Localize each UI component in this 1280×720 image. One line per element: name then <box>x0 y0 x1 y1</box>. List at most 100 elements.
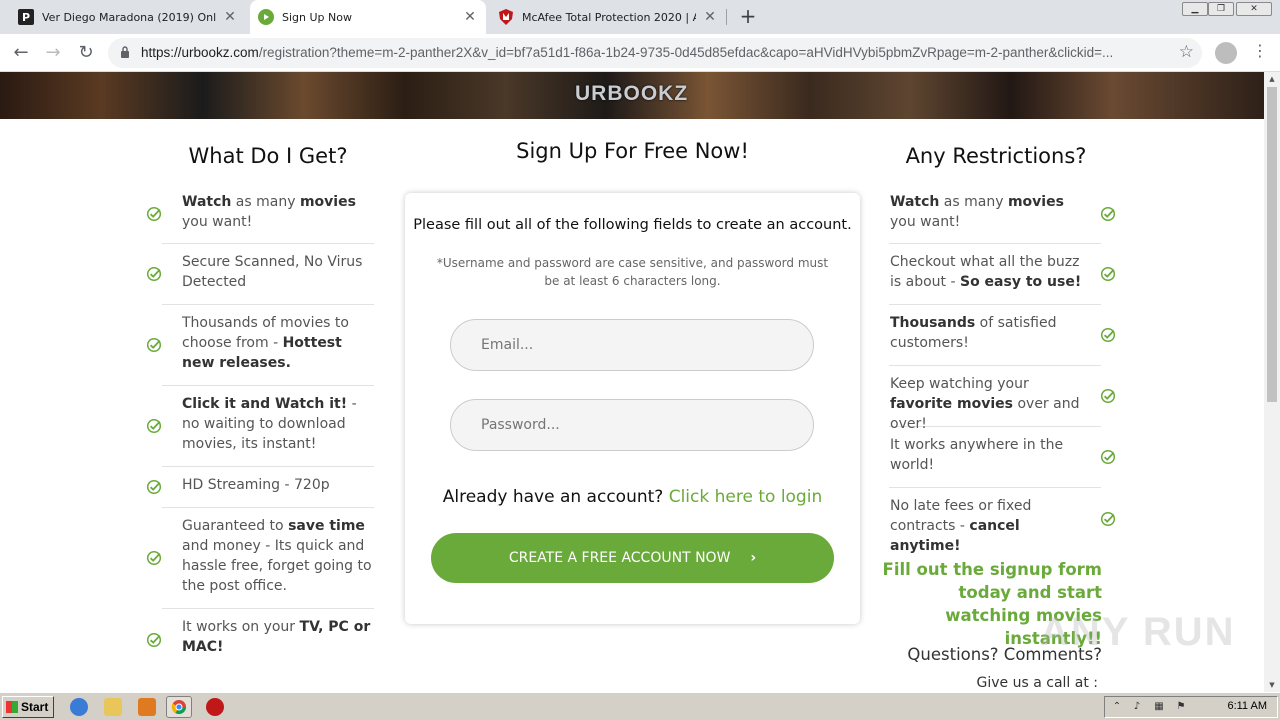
feature-text: It works anywhere in the world! <box>890 437 1064 473</box>
tab-favicon-p: P <box>18 9 34 25</box>
right-column-title: Any Restrictions? <box>905 144 1087 168</box>
tray-expand-icon[interactable]: ⌃ <box>1111 701 1123 713</box>
tab-close-icon[interactable]: ✕ <box>702 9 718 25</box>
url-text[interactable]: https://urbookz.com/registration?theme=m… <box>141 45 1161 60</box>
reload-icon[interactable]: ↻ <box>73 40 99 66</box>
center-title: Sign Up For Free Now! <box>516 139 749 163</box>
feature-text: HD Streaming - 720p <box>182 477 330 493</box>
create-account-button[interactable]: CREATE A FREE ACCOUNT NOW › <box>431 533 834 583</box>
browser-toolbar: ← → ↻ https://urbookz.com/registration?t… <box>0 34 1280 72</box>
feature-text: and money - Its quick and hassle free, f… <box>182 538 372 594</box>
scroll-up-icon[interactable]: ▲ <box>1264 72 1280 86</box>
feature-item: Secure Scanned, No Virus Detected <box>146 244 374 305</box>
feature-item: Guaranteed to save time and money - Its … <box>146 508 374 609</box>
feature-text: favorite movies <box>890 396 1014 412</box>
page-scrollbar[interactable]: ▲ ▼ <box>1264 72 1280 692</box>
close-window-button[interactable]: ✕ <box>1236 2 1272 16</box>
tab-title: Ver Diego Maradona (2019) Online Latino <box>42 10 216 24</box>
restore-button[interactable]: ❐ <box>1208 2 1234 16</box>
feature-text: movies <box>1007 194 1064 210</box>
feature-item: Thousands of movies to choose from - Hot… <box>146 305 374 386</box>
tab-strip: P Ver Diego Maradona (2019) Online Latin… <box>0 0 1280 34</box>
profile-avatar-icon[interactable] <box>1215 42 1237 64</box>
feature-text: save time <box>288 518 365 534</box>
chrome-taskbar-button[interactable] <box>166 696 192 718</box>
start-button[interactable]: Start <box>2 696 54 718</box>
bookmark-star-icon[interactable]: ☆ <box>1179 42 1194 62</box>
form-lead-text: Please fill out all of the following fie… <box>413 217 852 233</box>
media-player-icon[interactable] <box>138 698 156 716</box>
feature-text: Watch <box>182 194 232 210</box>
menu-dots-icon[interactable]: ⋮ <box>1252 41 1268 60</box>
address-bar[interactable]: https://urbookz.com/registration?theme=m… <box>108 38 1202 68</box>
ie-icon[interactable] <box>70 698 88 716</box>
folder-icon[interactable] <box>104 698 122 716</box>
check-circle-icon <box>1100 266 1116 282</box>
left-column-title: What Do I Get? <box>188 144 348 168</box>
network-icon[interactable]: ▦ <box>1153 701 1165 713</box>
play-icon <box>258 9 274 25</box>
create-account-label: CREATE A FREE ACCOUNT NOW <box>508 550 731 566</box>
tab-close-icon[interactable]: ✕ <box>462 9 478 25</box>
check-circle-icon <box>146 337 162 353</box>
mcafee-shield-icon <box>498 9 514 25</box>
mcafee-taskbar-icon[interactable] <box>206 698 224 716</box>
feature-text: So easy to use! <box>959 274 1082 290</box>
check-circle-icon <box>1100 327 1116 343</box>
check-circle-icon <box>146 550 162 566</box>
site-logo[interactable]: URBOOKZ <box>575 82 688 106</box>
email-field[interactable] <box>450 319 814 371</box>
feature-text: you want! <box>890 214 961 230</box>
feature-item: It works on your TV, PC or MAC! <box>146 609 374 670</box>
feature-text: Click it and Watch it! <box>182 396 348 412</box>
back-arrow-icon[interactable]: ← <box>8 40 34 66</box>
feature-text: movies <box>299 194 356 210</box>
windows-taskbar: Start ⌃ ♪ ▦ ⚑ 6:11 AM <box>0 692 1280 720</box>
forward-arrow-icon[interactable]: → <box>40 40 66 66</box>
feature-text: as many <box>939 194 1008 210</box>
check-circle-icon <box>1100 511 1116 526</box>
check-circle-icon <box>1100 449 1116 465</box>
lock-icon <box>121 46 129 58</box>
feature-item: Keep watching your favorite movies over … <box>889 366 1116 432</box>
tab-title: McAfee Total Protection 2020 | Antivirus <box>522 10 696 24</box>
feature-text: Keep watching your <box>890 376 1029 392</box>
action-center-flag-icon[interactable]: ⚑ <box>1175 701 1187 713</box>
check-circle-icon <box>146 266 162 282</box>
volume-icon[interactable]: ♪ <box>1131 701 1143 713</box>
feature-text: Watch <box>890 194 940 210</box>
tab-sign-up[interactable]: Sign Up Now ✕ <box>250 0 486 34</box>
call-us-text: Give us a call at : <box>976 675 1098 691</box>
feature-text: Guaranteed to <box>182 518 289 534</box>
feature-item: HD Streaming - 720p <box>146 467 374 508</box>
check-circle-icon <box>146 206 162 221</box>
page-viewport: URBOOKZ What Do I Get? Sign Up For Free … <box>0 72 1264 692</box>
feature-item: Watch as many movies you want! <box>146 184 374 244</box>
login-link[interactable]: Click here to login <box>669 487 823 507</box>
scroll-down-icon[interactable]: ▼ <box>1264 678 1280 692</box>
tab-mcafee[interactable]: McAfee Total Protection 2020 | Antivirus… <box>490 0 726 34</box>
check-circle-icon <box>1100 206 1116 221</box>
anyrun-watermark: ANY RUN <box>1040 610 1236 654</box>
tab-title: Sign Up Now <box>282 10 352 24</box>
left-feature-list: Watch as many movies you want! Secure Sca… <box>140 184 374 670</box>
feature-text: as many <box>231 194 300 210</box>
tab-maradona[interactable]: P Ver Diego Maradona (2019) Online Latin… <box>10 0 246 34</box>
feature-item: No late fees or fixed contracts - cancel… <box>889 488 1116 554</box>
feature-item: Click it and Watch it! - no waiting to d… <box>146 386 374 467</box>
tab-close-icon[interactable]: ✕ <box>222 9 238 25</box>
feature-text: It works on your <box>182 619 300 635</box>
feature-item: Checkout what all the buzz is about - So… <box>889 244 1116 305</box>
login-row: Already have an account? Click here to l… <box>405 487 860 507</box>
windows-flag-icon <box>6 701 18 713</box>
feature-item: Watch as many movies you want! <box>889 184 1116 244</box>
feature-text: you want! <box>182 214 253 230</box>
check-circle-icon <box>146 479 162 495</box>
password-field[interactable] <box>450 399 814 451</box>
taskbar-clock[interactable]: 6:11 AM <box>1227 700 1267 712</box>
start-label: Start <box>21 700 49 714</box>
minimize-button[interactable]: ▁ <box>1182 2 1208 16</box>
chevron-right-icon: › <box>750 550 757 566</box>
new-tab-button[interactable]: + <box>736 5 760 29</box>
scrollbar-thumb[interactable] <box>1267 87 1277 402</box>
